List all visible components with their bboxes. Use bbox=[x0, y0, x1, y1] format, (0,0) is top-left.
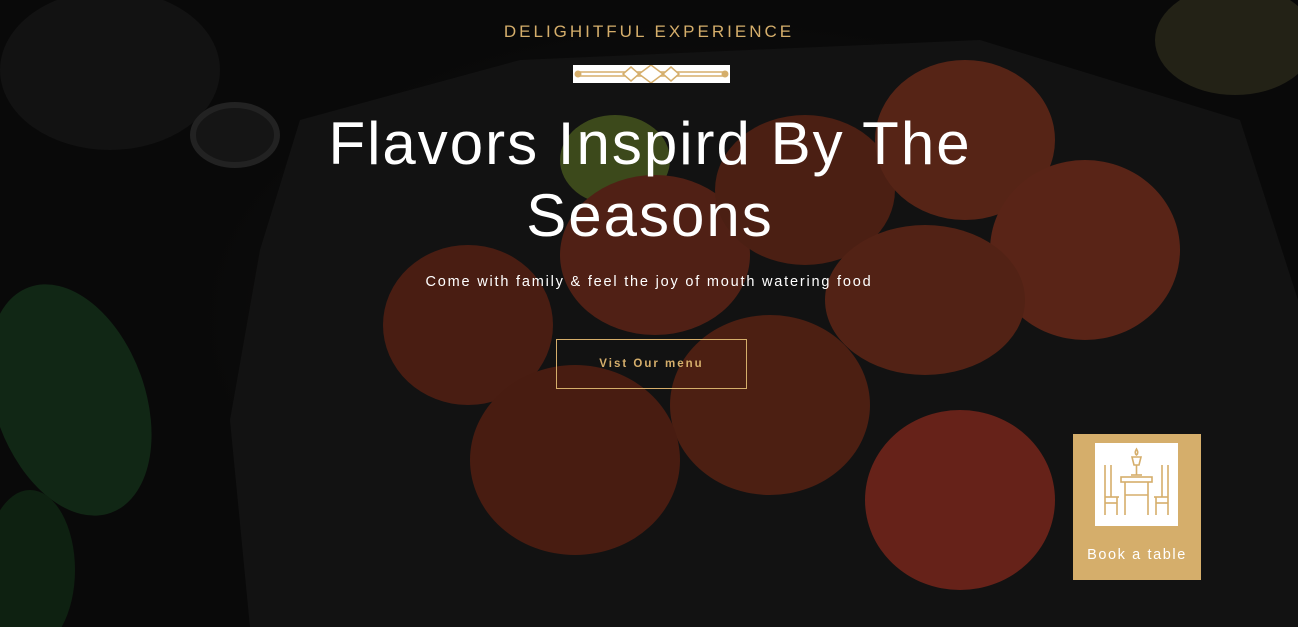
visit-menu-button-label: Vist Our menu bbox=[599, 358, 704, 370]
ornament-divider bbox=[573, 64, 730, 84]
visit-menu-button[interactable]: Vist Our menu bbox=[556, 339, 747, 389]
book-table-label: Book a table bbox=[1087, 547, 1187, 563]
dining-table-icon bbox=[1104, 447, 1169, 515]
hero-headline-line1: Flavors Inspird By The bbox=[328, 110, 972, 177]
hero-eyebrow: DELIGHITFUL EXPERIENCE bbox=[503, 22, 795, 41]
ornament-divider-icon bbox=[574, 64, 729, 84]
hero-headline-line2: Seasons bbox=[526, 182, 774, 249]
hero-headline: Flavors Inspird By The Seasons bbox=[300, 108, 1000, 252]
hero-tagline: Come with family & feel the joy of mouth… bbox=[425, 274, 873, 290]
book-table-button[interactable]: Book a table bbox=[1073, 434, 1201, 580]
book-icon-box bbox=[1095, 443, 1178, 526]
hero-section: DELIGHITFUL EXPERIENCE Flavors Inspird B… bbox=[0, 0, 1298, 627]
